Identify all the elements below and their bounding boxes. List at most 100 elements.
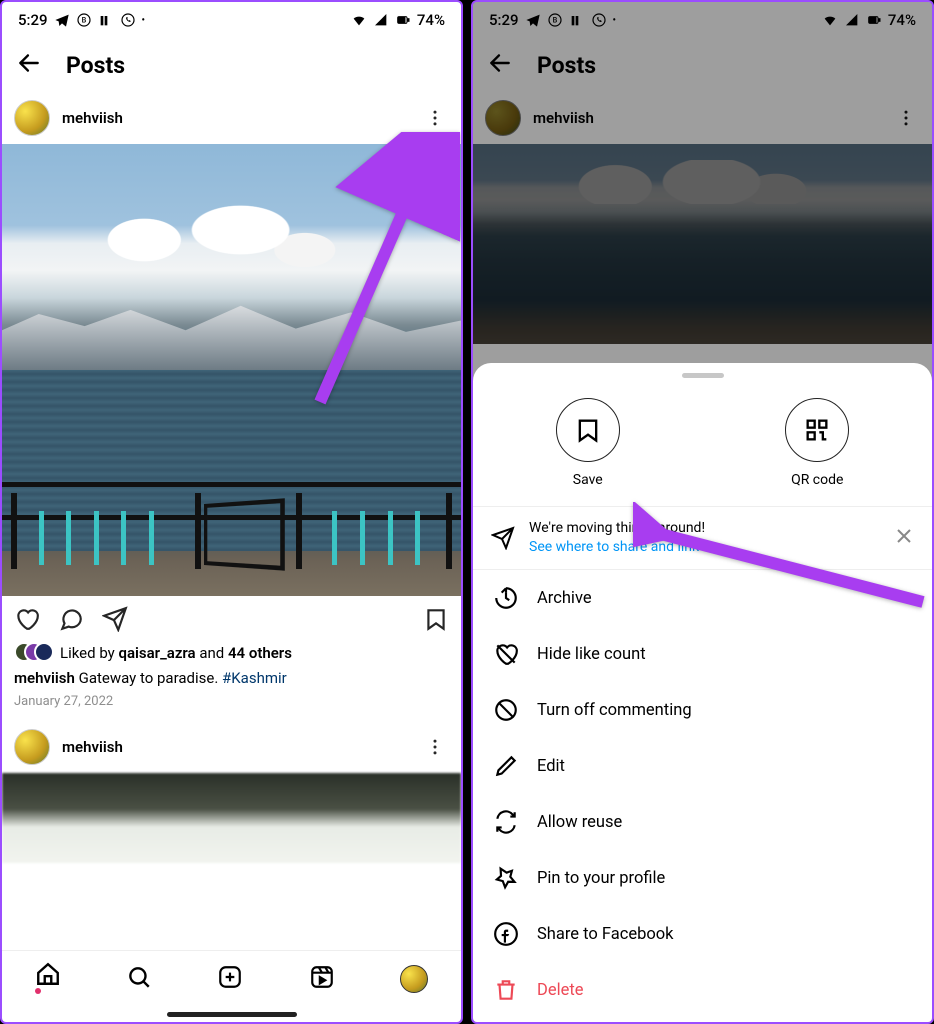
nav-create[interactable] (217, 964, 243, 994)
bookmark-button[interactable] (423, 606, 449, 636)
more-vertical-icon (425, 737, 445, 757)
screenshot-right: 5:29 B • 74% Posts mehviish (471, 0, 934, 1024)
heart-off-icon (493, 641, 519, 667)
like-button[interactable] (14, 606, 40, 636)
options-sheet: Save QR code We're moving things around!… (473, 363, 932, 1022)
sheet-item-share-facebook[interactable]: Share to Facebook (473, 906, 932, 962)
more-vertical-icon (425, 108, 445, 128)
close-icon (892, 524, 916, 548)
facebook-icon (493, 921, 519, 947)
sheet-list: Archive Hide like count Turn off comment… (473, 569, 932, 1018)
back-button[interactable] (16, 50, 42, 80)
qr-icon (803, 416, 831, 444)
sheet-item-archive[interactable]: Archive (473, 570, 932, 626)
main-content: 5:29 B • 74% Posts mehviish (2, 2, 461, 1022)
info-title: We're moving things around! (529, 519, 705, 538)
liked-others: 44 others (228, 644, 292, 662)
heart-icon (14, 606, 40, 632)
info-close-button[interactable] (892, 524, 916, 553)
liker-avatars (14, 642, 54, 664)
sheet-item-hide-likes[interactable]: Hide like count (473, 626, 932, 682)
post-caption: mehviish Gateway to paradise. #Kashmir (2, 668, 461, 692)
sheet-item-label: Archive (537, 589, 592, 608)
comment-off-icon (493, 697, 519, 723)
arrow-left-icon (16, 50, 42, 76)
info-link[interactable]: See where to share and link (529, 538, 705, 557)
bookmark-icon (423, 606, 449, 632)
save-label: Save (573, 472, 603, 488)
nav-reels[interactable] (309, 964, 335, 994)
sheet-drag-handle[interactable] (682, 373, 724, 378)
avatar[interactable] (14, 729, 50, 765)
bottom-nav (2, 950, 461, 1006)
sheet-item-label: Allow reuse (537, 813, 622, 832)
wifi-icon (351, 12, 367, 28)
bars-icon (98, 12, 114, 28)
app-header: Posts (2, 38, 461, 92)
page-title: Posts (66, 52, 125, 79)
search-icon (126, 964, 152, 990)
sheet-item-label: Delete (537, 981, 584, 1000)
sheet-item-delete[interactable]: Delete (473, 962, 932, 1018)
nav-profile[interactable] (400, 965, 428, 993)
caption-username[interactable]: mehviish (14, 669, 75, 687)
save-action[interactable]: Save (556, 398, 620, 488)
telegram-icon (54, 12, 70, 28)
comment-icon (58, 606, 84, 632)
send-icon (491, 526, 515, 550)
qr-label: QR code (791, 472, 843, 488)
post-more-button[interactable] (421, 108, 449, 128)
status-dot-icon: • (142, 15, 146, 26)
sheet-item-edit[interactable]: Edit (473, 738, 932, 794)
sheet-item-label: Turn off commenting (537, 701, 692, 720)
edit-icon (493, 753, 519, 779)
share-button[interactable] (102, 606, 128, 636)
post-date: January 27, 2022 (2, 692, 461, 721)
avatar[interactable] (14, 100, 50, 136)
post-image[interactable] (2, 144, 461, 596)
svg-text:B: B (81, 16, 86, 25)
reuse-icon (493, 809, 519, 835)
bookmark-icon (574, 416, 602, 444)
qr-action[interactable]: QR code (785, 398, 849, 488)
liked-prefix: Liked by (60, 644, 118, 662)
post-header: mehviish (2, 92, 461, 144)
signal-icon (373, 12, 389, 28)
sheet-info-banner: We're moving things around! See where to… (473, 506, 932, 569)
battery-icon (395, 12, 411, 28)
send-icon (102, 606, 128, 632)
profile-avatar-icon (400, 965, 428, 993)
caption-hashtag[interactable]: #Kashmir (222, 669, 287, 687)
plus-square-icon (217, 964, 243, 990)
nav-home[interactable] (35, 961, 61, 997)
status-bar: 5:29 B • 74% (2, 2, 461, 38)
post-username[interactable]: mehviish (62, 109, 421, 127)
sheet-top-actions: Save QR code (473, 392, 932, 506)
nav-search[interactable] (126, 964, 152, 994)
status-battery: 74% (417, 11, 445, 29)
pin-icon (493, 865, 519, 891)
caption-text: Gateway to paradise. (75, 669, 222, 687)
post2-header: mehviish (2, 721, 461, 773)
home-icon (35, 961, 61, 987)
liked-by-user: qaisar_azra (118, 644, 195, 662)
post2-username[interactable]: mehviish (62, 738, 421, 756)
liked-mid: and (196, 644, 228, 662)
sheet-item-label: Edit (537, 757, 565, 776)
phone-circle-icon (120, 12, 136, 28)
home-indicator (2, 1006, 461, 1022)
sheet-item-allow-reuse[interactable]: Allow reuse (473, 794, 932, 850)
sheet-item-pin[interactable]: Pin to your profile (473, 850, 932, 906)
sheet-item-label: Pin to your profile (537, 869, 665, 888)
sheet-item-label: Hide like count (537, 645, 646, 664)
sheet-item-turn-off-commenting[interactable]: Turn off commenting (473, 682, 932, 738)
post2-more-button[interactable] (421, 737, 449, 757)
comment-button[interactable] (58, 606, 84, 636)
status-time: 5:29 (18, 11, 48, 29)
trash-icon (493, 977, 519, 1003)
circle-b-icon: B (76, 12, 92, 28)
post-actions (2, 596, 461, 642)
post2-image[interactable] (2, 773, 461, 863)
likes-row[interactable]: Liked by qaisar_azra and 44 others (2, 642, 461, 668)
sheet-item-label: Share to Facebook (537, 925, 674, 944)
